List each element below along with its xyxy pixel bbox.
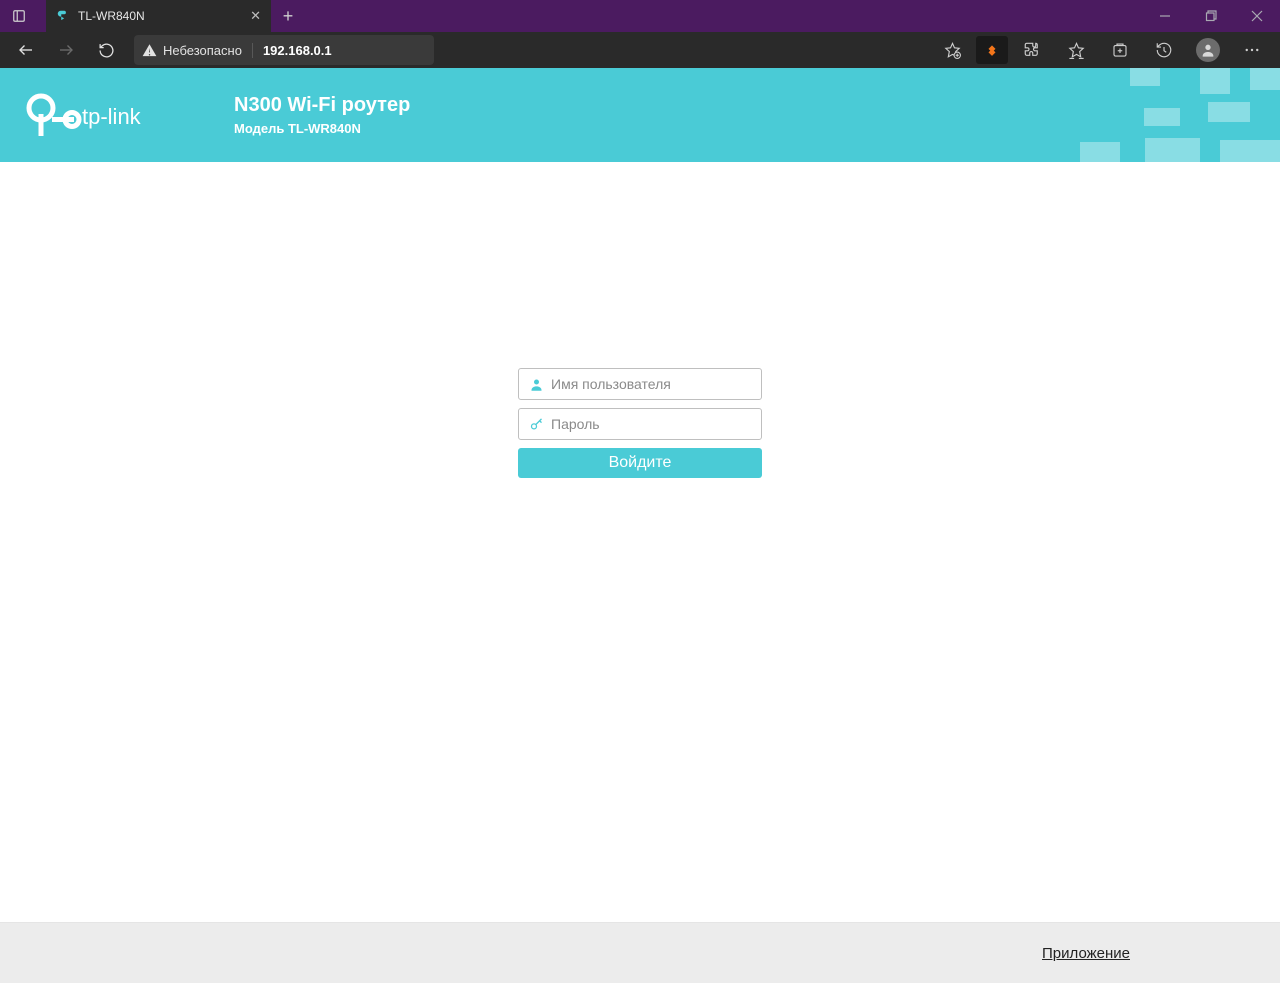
brand-logo: tp-link: [24, 90, 154, 140]
warning-icon: [142, 43, 157, 58]
favorites-bar-button[interactable]: [1056, 34, 1096, 66]
svg-text:tp-link: tp-link: [82, 104, 142, 129]
avatar-icon: [1196, 38, 1220, 62]
window-close-button[interactable]: [1234, 0, 1280, 32]
header-decoration: [960, 68, 1280, 162]
password-field-wrapper: [518, 408, 762, 440]
login-page: Войдите: [0, 162, 1280, 923]
history-button[interactable]: [1144, 34, 1184, 66]
username-field-wrapper: [518, 368, 762, 400]
url-text: 192.168.0.1: [263, 43, 332, 58]
extensions-button[interactable]: [1012, 34, 1052, 66]
tab-gutter: [38, 0, 46, 32]
nav-back-button[interactable]: [8, 34, 44, 66]
more-button[interactable]: [1232, 34, 1272, 66]
password-input[interactable]: [551, 416, 753, 432]
browser-tab[interactable]: TL-WR840N ✕: [46, 0, 271, 32]
address-bar[interactable]: Небезопасно 192.168.0.1: [134, 35, 434, 65]
collections-button[interactable]: [1100, 34, 1140, 66]
window-maximize-button[interactable]: [1188, 0, 1234, 32]
login-button[interactable]: Войдите: [518, 448, 762, 478]
tab-favicon: [56, 9, 70, 23]
product-title: N300 Wi-Fi роутер: [234, 94, 410, 117]
nav-refresh-button[interactable]: [88, 34, 124, 66]
tab-title: TL-WR840N: [78, 9, 242, 23]
model-info: N300 Wi-Fi роутер Модель TL-WR840N: [234, 94, 410, 136]
extension-icon[interactable]: [976, 36, 1008, 64]
profile-button[interactable]: [1188, 34, 1228, 66]
security-indicator[interactable]: Небезопасно: [142, 43, 253, 58]
tab-actions-button[interactable]: [0, 0, 38, 32]
login-form: Войдите: [518, 368, 762, 478]
username-input[interactable]: [551, 376, 753, 392]
new-tab-button[interactable]: +: [271, 0, 305, 32]
page-footer: Приложение: [0, 923, 1280, 983]
model-line: Модель TL-WR840N: [234, 121, 410, 136]
tab-close-icon[interactable]: ✕: [250, 8, 261, 24]
nav-forward-button[interactable]: [48, 34, 84, 66]
security-label: Небезопасно: [163, 43, 242, 58]
user-icon: [527, 377, 545, 392]
window-minimize-button[interactable]: [1142, 0, 1188, 32]
app-link[interactable]: Приложение: [1042, 945, 1130, 962]
router-header: tp-link N300 Wi-Fi роутер Модель TL-WR84…: [0, 68, 1280, 162]
window-titlebar: TL-WR840N ✕ +: [0, 0, 1280, 32]
key-icon: [527, 417, 545, 432]
browser-toolbar: Небезопасно 192.168.0.1: [0, 32, 1280, 68]
favorite-button[interactable]: [932, 34, 972, 66]
